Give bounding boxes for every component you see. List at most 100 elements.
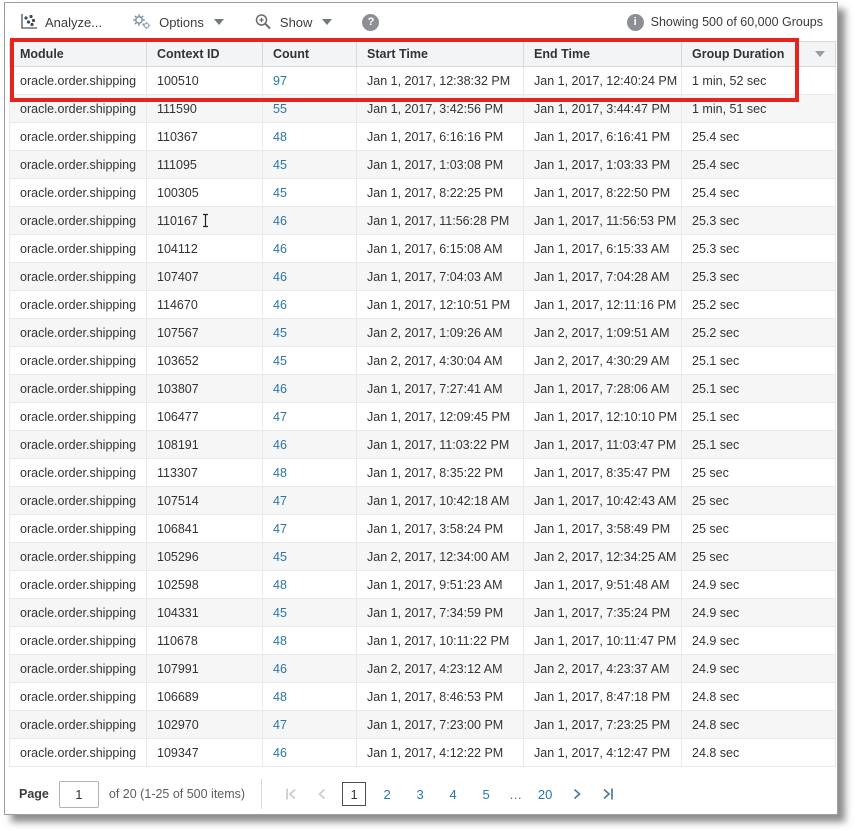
table-row[interactable]: oracle.order.shipping10799146Jan 2, 2017… [10, 655, 836, 683]
table-row[interactable]: oracle.order.shipping10819146Jan 1, 2017… [10, 431, 836, 459]
cell-start-time: Jan 1, 2017, 3:58:24 PM [357, 515, 524, 543]
table-row[interactable]: oracle.order.shipping10433145Jan 1, 2017… [10, 599, 836, 627]
table-row[interactable]: oracle.order.shipping10740746Jan 1, 2017… [10, 263, 836, 291]
table-row[interactable]: oracle.order.shipping11109545Jan 1, 2017… [10, 151, 836, 179]
table-row[interactable]: oracle.order.shipping10051097Jan 1, 2017… [10, 67, 836, 95]
last-page-button[interactable] [597, 783, 619, 805]
cell-module: oracle.order.shipping [10, 95, 147, 123]
cell-count: 45 [263, 179, 357, 207]
toolbar: Analyze... Options [5, 3, 837, 41]
table-row[interactable]: oracle.order.shipping10365245Jan 2, 2017… [10, 347, 836, 375]
table-row[interactable]: oracle.order.shipping11159055Jan 1, 2017… [10, 95, 836, 123]
cell-start-time: Jan 1, 2017, 1:03:08 PM [357, 151, 524, 179]
count-link[interactable]: 45 [273, 354, 287, 368]
previous-page-button[interactable] [311, 783, 333, 805]
cell-module: oracle.order.shipping [10, 627, 147, 655]
column-header-group-duration[interactable]: Group Duration [682, 42, 836, 67]
cell-duration: 24.8 sec [682, 683, 836, 711]
column-header-start-time[interactable]: Start Time [357, 42, 524, 67]
table-row[interactable]: oracle.order.shipping10756745Jan 2, 2017… [10, 319, 836, 347]
options-menu-button[interactable]: Options [132, 13, 224, 31]
count-link[interactable]: 47 [273, 410, 287, 424]
table-row[interactable]: oracle.order.shipping10751447Jan 1, 2017… [10, 487, 836, 515]
page-number-2[interactable]: 2 [375, 782, 399, 806]
cell-context-id: 105296 [147, 543, 263, 571]
count-link[interactable]: 45 [273, 186, 287, 200]
page-number-4[interactable]: 4 [441, 782, 465, 806]
table-body: oracle.order.shipping10051097Jan 1, 2017… [10, 67, 836, 767]
count-link[interactable]: 46 [273, 214, 287, 228]
count-link[interactable]: 46 [273, 746, 287, 760]
table-row[interactable]: oracle.order.shipping10668948Jan 1, 2017… [10, 683, 836, 711]
cell-count: 46 [263, 431, 357, 459]
count-link[interactable]: 48 [273, 634, 287, 648]
table-row[interactable]: oracle.order.shipping10380746Jan 1, 2017… [10, 375, 836, 403]
show-menu-button[interactable]: Show [254, 13, 333, 31]
table-row[interactable]: oracle.order.shipping10529645Jan 2, 2017… [10, 543, 836, 571]
cell-end-time: Jan 1, 2017, 4:12:47 PM [524, 739, 682, 767]
column-header-count[interactable]: Count [263, 42, 357, 67]
cell-duration: 1 min, 52 sec [682, 67, 836, 95]
help-button[interactable]: ? [362, 14, 379, 31]
sort-descending-icon[interactable] [815, 51, 825, 57]
table-row[interactable]: oracle.order.shipping11036748Jan 1, 2017… [10, 123, 836, 151]
count-link[interactable]: 46 [273, 662, 287, 676]
pager: 12345…20 [280, 782, 619, 806]
page-number-3[interactable]: 3 [408, 782, 432, 806]
page-number-1-current[interactable]: 1 [342, 782, 366, 806]
cell-module: oracle.order.shipping [10, 179, 147, 207]
table-row[interactable]: oracle.order.shipping10934746Jan 1, 2017… [10, 739, 836, 767]
cell-count: 48 [263, 459, 357, 487]
count-link[interactable]: 48 [273, 690, 287, 704]
count-link[interactable]: 45 [273, 326, 287, 340]
cell-context-id: 103652 [147, 347, 263, 375]
page-number-5[interactable]: 5 [474, 782, 498, 806]
count-link[interactable]: 45 [273, 606, 287, 620]
page-number-20[interactable]: 20 [533, 782, 557, 806]
cell-duration: 24.9 sec [682, 571, 836, 599]
cell-end-time: Jan 1, 2017, 3:58:49 PM [524, 515, 682, 543]
count-link[interactable]: 45 [273, 158, 287, 172]
table-row[interactable]: oracle.order.shipping11016746Jan 1, 2017… [10, 207, 836, 235]
column-header-context-id[interactable]: Context ID [147, 42, 263, 67]
cell-module: oracle.order.shipping [10, 487, 147, 515]
cell-context-id: 102970 [147, 711, 263, 739]
column-header-module[interactable]: Module [10, 42, 147, 67]
page-number-input[interactable] [59, 781, 99, 808]
cell-duration: 25.3 sec [682, 207, 836, 235]
table-row[interactable]: oracle.order.shipping10684147Jan 1, 2017… [10, 515, 836, 543]
count-link[interactable]: 46 [273, 382, 287, 396]
count-link[interactable]: 46 [273, 242, 287, 256]
cell-context-id: 110167 [147, 207, 263, 235]
analyze-button[interactable]: Analyze... [19, 13, 102, 31]
count-link[interactable]: 47 [273, 494, 287, 508]
table-row[interactable]: oracle.order.shipping10411246Jan 1, 2017… [10, 235, 836, 263]
next-page-button[interactable] [566, 783, 588, 805]
count-link[interactable]: 55 [273, 102, 287, 116]
count-link[interactable]: 48 [273, 578, 287, 592]
cell-context-id: 109347 [147, 739, 263, 767]
table-row[interactable]: oracle.order.shipping10647747Jan 1, 2017… [10, 403, 836, 431]
cell-module: oracle.order.shipping [10, 291, 147, 319]
first-page-button[interactable] [280, 783, 302, 805]
cell-start-time: Jan 1, 2017, 8:46:53 PM [357, 683, 524, 711]
table-row[interactable]: oracle.order.shipping10030545Jan 1, 2017… [10, 179, 836, 207]
count-link[interactable]: 46 [273, 298, 287, 312]
cell-context-id: 107567 [147, 319, 263, 347]
count-link[interactable]: 48 [273, 130, 287, 144]
count-link[interactable]: 47 [273, 522, 287, 536]
count-link[interactable]: 48 [273, 466, 287, 480]
count-link[interactable]: 46 [273, 438, 287, 452]
count-link[interactable]: 97 [273, 74, 287, 88]
table-row[interactable]: oracle.order.shipping11467046Jan 1, 2017… [10, 291, 836, 319]
count-link[interactable]: 47 [273, 718, 287, 732]
table-row[interactable]: oracle.order.shipping10297047Jan 1, 2017… [10, 711, 836, 739]
count-link[interactable]: 45 [273, 550, 287, 564]
column-header-end-time[interactable]: End Time [524, 42, 682, 67]
cell-context-id: 106841 [147, 515, 263, 543]
table-row[interactable]: oracle.order.shipping11330748Jan 1, 2017… [10, 459, 836, 487]
table-row[interactable]: oracle.order.shipping11067848Jan 1, 2017… [10, 627, 836, 655]
count-link[interactable]: 46 [273, 270, 287, 284]
table-row[interactable]: oracle.order.shipping10259848Jan 1, 2017… [10, 571, 836, 599]
cell-context-id: 110678 [147, 627, 263, 655]
